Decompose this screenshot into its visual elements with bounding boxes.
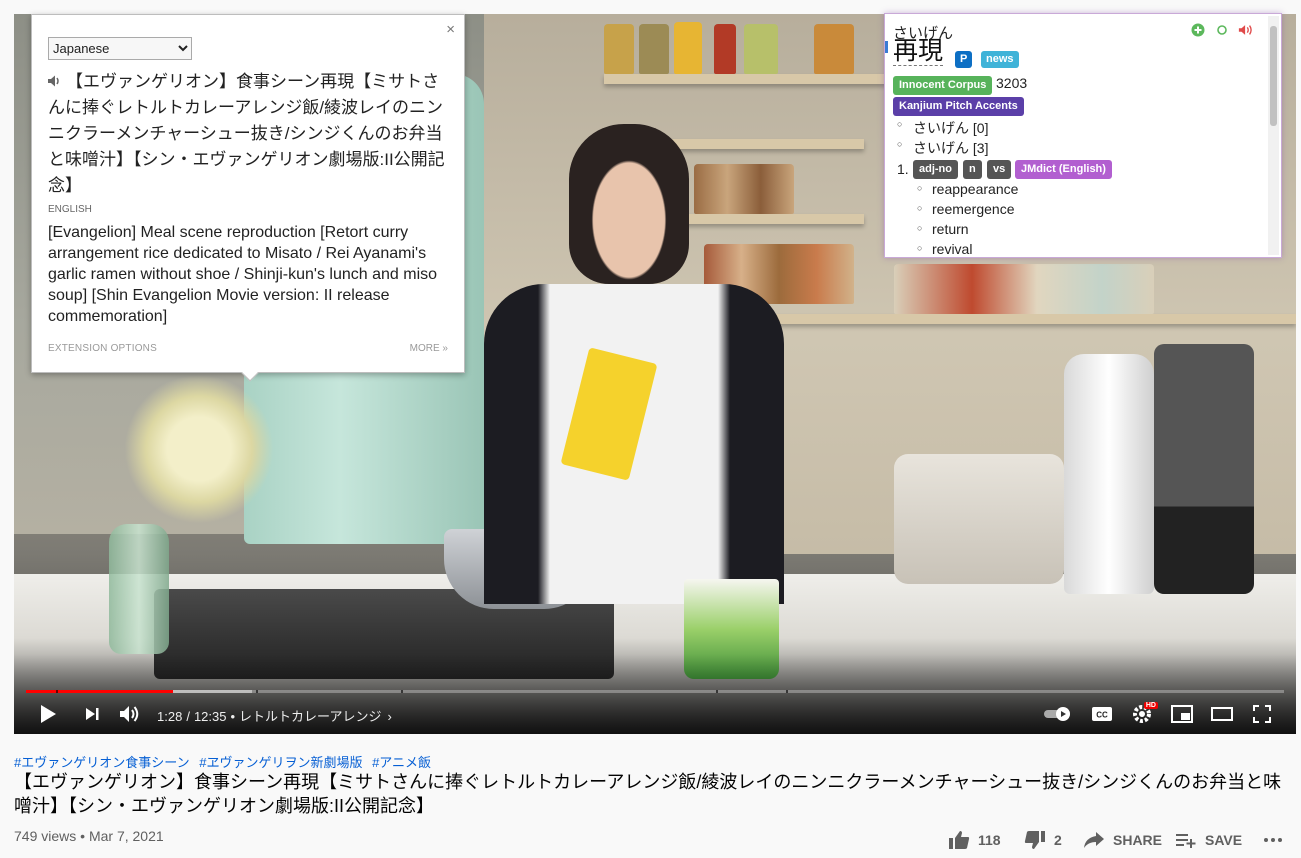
- chapter-marker: [716, 690, 718, 693]
- page: 1:28/12:35 • レトルトカレーアレンジ › CC HD × Japan…: [0, 0, 1301, 858]
- chapter-title[interactable]: レトルトカレーアレンジ: [239, 709, 381, 724]
- thumbs-up-icon: [949, 831, 970, 849]
- entry-marker: [885, 41, 888, 53]
- volume-icon[interactable]: [118, 702, 142, 726]
- term-expression: 再現: [893, 37, 944, 66]
- hashtag-link[interactable]: #アニメ飯: [372, 755, 431, 770]
- miniplayer-icon[interactable]: [1170, 702, 1194, 726]
- current-time: 1:28: [157, 709, 183, 724]
- more-horiz-icon: [1264, 838, 1282, 842]
- gloss-item: reappearance: [917, 181, 1018, 197]
- hashtag-link[interactable]: #ヱヴァンゲリヲン新劇場版: [199, 755, 362, 770]
- progress-played: [26, 690, 174, 693]
- popup-scrollbar[interactable]: [1268, 16, 1279, 255]
- chapter-marker: [256, 690, 258, 693]
- time-display: 1:28/12:35 • レトルトカレーアレンジ ›: [157, 709, 392, 724]
- hashtag-list: #エヴァンゲリオン食事シーン #ヱヴァンゲリヲン新劇場版 #アニメ飯: [14, 752, 437, 771]
- upload-date: Mar 7, 2021: [88, 828, 164, 844]
- playlist-add-icon: [1176, 834, 1196, 848]
- source-text-block: 【エヴァンゲリオン】食事シーン再現【ミサトさんに捧ぐレトルトカレーアレンジ飯/綾…: [48, 69, 452, 199]
- tag-news: news: [981, 51, 1019, 68]
- gloss-item: return: [917, 221, 968, 237]
- more-actions-button[interactable]: [1263, 826, 1283, 854]
- player-controls: 1:28/12:35 • レトルトカレーアレンジ › CC HD: [14, 694, 1296, 734]
- extension-options-link[interactable]: EXTENSION OPTIONS: [48, 343, 157, 354]
- video-meta: 749 views • Mar 7, 2021: [14, 828, 164, 844]
- pitch-accent-item: さいげん [3]: [897, 138, 989, 158]
- autoplay-toggle[interactable]: [1042, 702, 1074, 726]
- thumbs-down-icon: [1024, 831, 1045, 849]
- share-button[interactable]: SHARE: [1083, 826, 1162, 854]
- dictionary-popup: さいげん 再現 P news Innocent Corpus 3203 Kanj…: [884, 13, 1282, 258]
- add-note-icon[interactable]: [1190, 22, 1206, 38]
- translate-popup: × Japanese 【エヴァンゲリオン】食事シーン再現【ミサトさんに捧ぐレトル…: [31, 14, 465, 382]
- gloss-item: reemergence: [917, 201, 1014, 217]
- chapter-marker: [56, 690, 58, 693]
- hashtag-link[interactable]: #エヴァンゲリオン食事シーン: [14, 755, 190, 770]
- video-title: 【エヴァンゲリオン】食事シーン再現【ミサトさんに捧ぐレトルトカレーアレンジ飯/綾…: [14, 772, 1282, 816]
- share-label: SHARE: [1113, 832, 1163, 848]
- definition-number: 1.: [897, 161, 909, 177]
- target-language-label: ENGLISH: [48, 204, 92, 215]
- pos-tag: n: [963, 160, 982, 179]
- video-actions: 118 2 SHARE SAVE: [945, 826, 1290, 854]
- like-count: 118: [978, 832, 1001, 848]
- speaker-icon[interactable]: [48, 69, 66, 95]
- frequency-source-tag: Innocent Corpus: [893, 76, 993, 95]
- cc-icon[interactable]: CC: [1090, 702, 1114, 726]
- pitch-source-tag: Kanjium Pitch Accents: [893, 97, 1024, 116]
- language-select[interactable]: Japanese: [48, 37, 192, 60]
- scrollbar-thumb[interactable]: [1270, 26, 1277, 126]
- more-link[interactable]: MORE »: [410, 343, 448, 354]
- fullscreen-icon[interactable]: [1250, 702, 1274, 726]
- chapter-marker: [786, 690, 788, 693]
- like-button[interactable]: 118: [948, 826, 1001, 854]
- next-icon[interactable]: [80, 702, 104, 726]
- hd-badge: HD: [1143, 702, 1158, 709]
- share-icon: [1084, 832, 1104, 848]
- add-kanji-icon[interactable]: [1214, 22, 1230, 38]
- pitch-accent-item: さいげん [0]: [897, 118, 989, 138]
- dislike-count: 2: [1054, 832, 1062, 848]
- play-audio-icon[interactable]: [1238, 22, 1254, 38]
- close-icon[interactable]: ×: [446, 21, 455, 38]
- duration: 12:35: [193, 709, 227, 724]
- dictionary-tag: JMdict (English): [1015, 160, 1112, 179]
- translation-text: [Evangelion] Meal scene reproduction [Re…: [48, 224, 438, 325]
- save-label: SAVE: [1205, 832, 1243, 848]
- source-text: 【エヴァンゲリオン】食事シーン再現【ミサトさんに捧ぐレトルトカレーアレンジ飯/綾…: [48, 72, 445, 195]
- pos-tag: adj-no: [913, 160, 958, 179]
- svg-text:CC: CC: [1096, 711, 1108, 720]
- settings-icon[interactable]: HD: [1130, 702, 1158, 726]
- theater-icon[interactable]: [1210, 702, 1234, 726]
- tag-popular: P: [955, 51, 973, 68]
- gloss-item: revival: [917, 241, 973, 257]
- save-button[interactable]: SAVE: [1175, 826, 1242, 854]
- frequency-value: 3203: [996, 75, 1028, 91]
- play-icon[interactable]: [36, 702, 60, 726]
- chapter-marker: [401, 690, 403, 693]
- pos-tag: vs: [987, 160, 1012, 179]
- chevron-right-icon[interactable]: ›: [388, 709, 392, 724]
- progress-bar[interactable]: [26, 690, 1284, 693]
- dislike-button[interactable]: 2: [1024, 826, 1062, 854]
- view-count: 749 views: [14, 828, 77, 844]
